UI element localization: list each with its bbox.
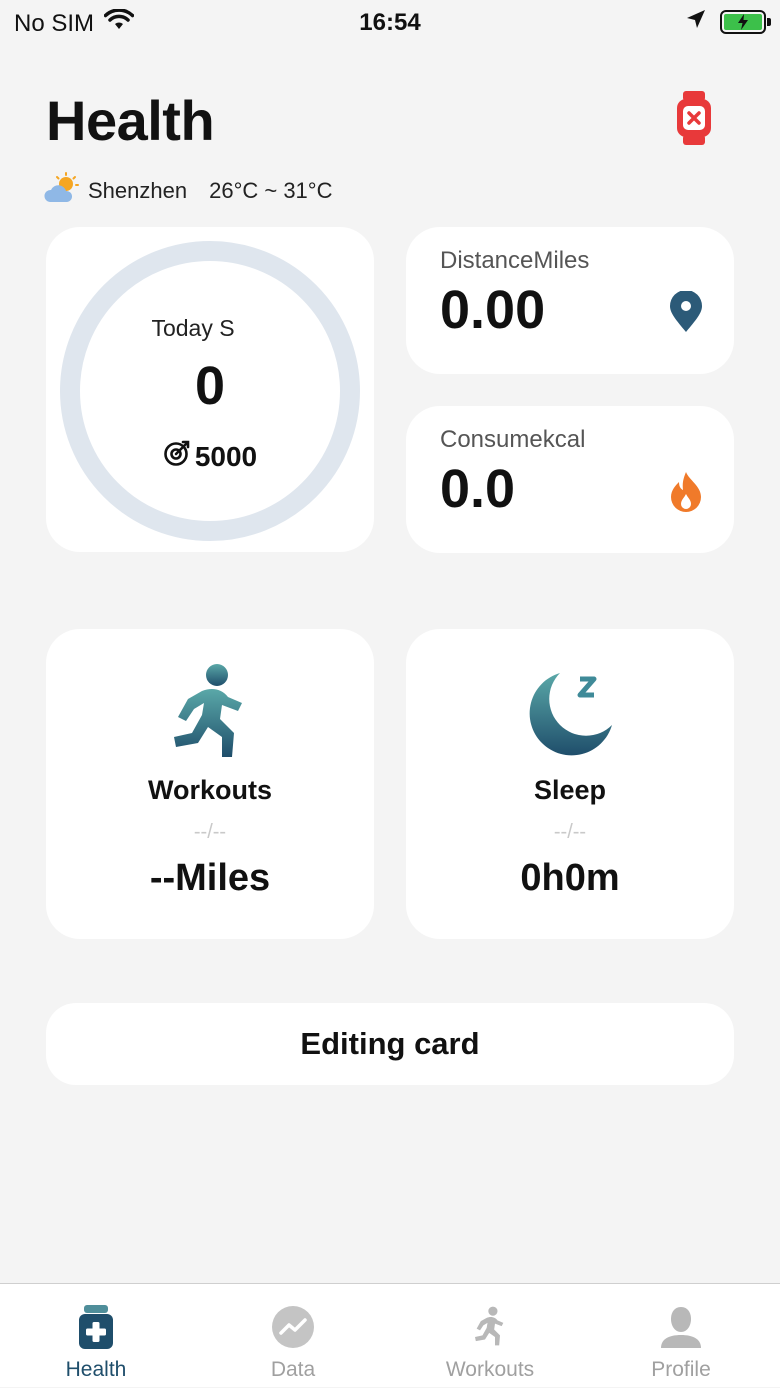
person-icon — [660, 1304, 702, 1350]
target-icon — [163, 439, 191, 474]
tab-label: Workouts — [445, 1358, 535, 1381]
location-pin-icon — [668, 290, 704, 338]
sleep-date: --/-- — [553, 821, 587, 843]
smartwatch-icon — [677, 91, 711, 145]
status-bar: No SIM 16:54 — [0, 0, 780, 44]
tab-health[interactable]: Health — [26, 1284, 166, 1388]
weather-city: Shenzhen — [88, 178, 188, 203]
weather-row: Shenzhen 26°C ~ 31°C — [44, 172, 332, 210]
steps-goal: 5000 — [46, 439, 374, 474]
running-person-icon — [470, 1304, 510, 1350]
workouts-value: --Miles — [149, 857, 271, 899]
sleep-card[interactable]: Sleep --/-- 0h0m — [406, 629, 734, 939]
weather-temp: 26°C ~ 31°C — [209, 178, 333, 203]
tab-label: Profile — [651, 1358, 711, 1381]
tab-bar: Health Data Workouts Profile — [0, 1283, 780, 1387]
calories-label: Consumekcal — [440, 426, 586, 453]
workouts-date: --/-- — [193, 821, 227, 843]
partly-cloudy-icon — [44, 172, 80, 210]
calories-card[interactable]: Consumekcal 0.0 — [406, 406, 734, 553]
sleep-title: Sleep — [533, 775, 607, 805]
battery-icon — [720, 10, 771, 34]
steps-card[interactable]: s Today S 0 5000 — [46, 227, 374, 552]
trend-chart-icon — [271, 1304, 315, 1350]
tab-profile[interactable]: Profile — [611, 1284, 751, 1388]
health-kit-icon — [78, 1304, 114, 1350]
editing-card-button[interactable]: Editing card — [46, 1003, 734, 1085]
tab-workouts[interactable]: Workouts — [420, 1284, 560, 1388]
steps-goal-value: 5000 — [194, 440, 258, 472]
tab-data[interactable]: Data — [223, 1284, 363, 1388]
steps-label: s Today S — [146, 315, 235, 341]
location-arrow-icon — [686, 8, 706, 36]
workouts-title: Workouts — [147, 775, 272, 805]
moon-sleep-icon — [406, 663, 734, 763]
page-title: Health — [46, 89, 215, 152]
flame-icon — [668, 470, 704, 517]
tab-label: Health — [65, 1358, 127, 1381]
status-time: 16:54 — [359, 9, 421, 36]
calories-value: 0.0 — [440, 459, 516, 519]
tab-label: Data — [270, 1358, 316, 1381]
running-person-icon — [46, 663, 374, 763]
distance-label: DistanceMiles — [440, 247, 590, 274]
distance-card[interactable]: DistanceMiles 0.00 — [406, 227, 734, 374]
distance-value: 0.00 — [440, 280, 546, 340]
sleep-value: 0h0m — [520, 857, 620, 899]
device-disconnected-button[interactable] — [674, 90, 714, 146]
workouts-card[interactable]: Workouts --/-- --Miles — [46, 629, 374, 939]
steps-value: 0 — [194, 356, 226, 416]
status-right — [686, 8, 771, 36]
